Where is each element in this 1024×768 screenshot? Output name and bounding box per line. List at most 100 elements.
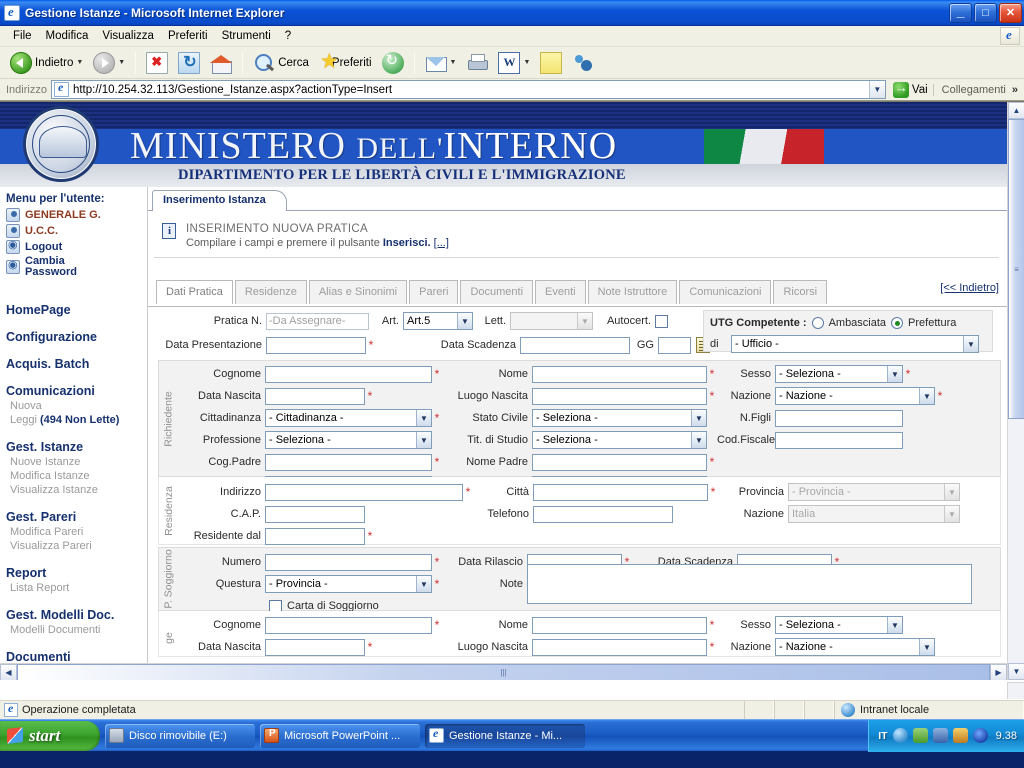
chevron-down-icon[interactable]: ▼ xyxy=(118,59,125,66)
select-questura[interactable]: - Provincia - ▼ xyxy=(265,575,432,593)
input-data-scadenza[interactable] xyxy=(520,336,630,354)
tab-eventi[interactable]: Eventi xyxy=(535,280,586,304)
input-luogo-nascita[interactable] xyxy=(532,387,707,405)
menu-strumenti[interactable]: Strumenti xyxy=(215,28,278,44)
sidebar-item-nuove-istanze[interactable]: Nuove Istanze xyxy=(6,455,147,469)
select-stato-civile[interactable]: - Seleziona - ▼ xyxy=(532,409,707,427)
links-chevron-icon[interactable]: » xyxy=(1012,84,1018,96)
minimize-button[interactable]: _ xyxy=(949,2,972,23)
sidebar-item-modifica-pareri[interactable]: Modifica Pareri xyxy=(6,525,147,539)
select-professione[interactable]: - Seleziona - ▼ xyxy=(265,431,432,449)
tab-documenti[interactable]: Documenti xyxy=(460,280,534,304)
vertical-scroll-thumb[interactable]: ≡ xyxy=(1008,119,1024,419)
input-citta[interactable] xyxy=(533,483,708,501)
scroll-up-button[interactable]: ▲ xyxy=(1008,102,1024,119)
input-data-presentazione[interactable] xyxy=(266,336,366,354)
tab-ricorsi[interactable]: Ricorsi xyxy=(773,280,828,304)
tab-note-istruttore[interactable]: Note Istruttore xyxy=(587,280,678,304)
input-data-nascita[interactable] xyxy=(265,387,365,405)
input-gg[interactable] xyxy=(658,336,691,354)
textarea-note[interactable] xyxy=(527,564,972,604)
language-indicator[interactable]: IT xyxy=(878,730,887,742)
menu-visualizza[interactable]: Visualizza xyxy=(95,28,161,44)
tab-residenze[interactable]: Residenze xyxy=(234,280,307,304)
sidebar-item-modelli-documenti[interactable]: Modelli Documenti xyxy=(6,623,147,637)
input-nome-padre[interactable] xyxy=(532,453,707,471)
back-link[interactable]: [<< Indietro] xyxy=(940,282,999,294)
menu-modifica[interactable]: Modifica xyxy=(39,28,96,44)
chevron-down-icon[interactable]: ▼ xyxy=(523,59,530,66)
address-dropdown-icon[interactable]: ▼ xyxy=(868,81,885,98)
select-art[interactable]: Art.5 ▼ xyxy=(403,312,473,330)
tab-alias-e-sinonimi[interactable]: Alias e Sinonimi xyxy=(308,280,408,304)
select-cittadinanza[interactable]: - Cittadinanza - ▼ xyxy=(265,409,432,427)
taskbar-item-disco-rimovibile[interactable]: Disco rimovibile (E:) xyxy=(105,723,255,748)
tray-network-icon[interactable] xyxy=(912,728,928,743)
input-c-data-nascita[interactable] xyxy=(265,638,365,656)
taskbar-item-gestione-istanze[interactable]: Gestione Istanze - Mi... xyxy=(425,723,585,748)
menu-file[interactable]: File xyxy=(6,28,39,44)
chevron-down-icon[interactable]: ▼ xyxy=(450,59,457,66)
go-button[interactable]: Vai xyxy=(888,80,933,99)
input-c-luogo-nascita[interactable] xyxy=(532,638,707,656)
back-button[interactable]: Indietro ▼ xyxy=(6,50,87,76)
tray-show-hidden-icon[interactable] xyxy=(892,728,908,743)
forward-button[interactable]: ▼ xyxy=(89,50,129,76)
select-c-sesso[interactable]: - Seleziona - ▼ xyxy=(775,616,903,634)
select-ufficio[interactable]: - Ufficio - ▼ xyxy=(731,335,979,353)
tray-printer-icon[interactable] xyxy=(952,728,968,743)
chevron-down-icon[interactable]: ▼ xyxy=(76,59,83,66)
print-button[interactable] xyxy=(462,50,492,76)
horizontal-scrollbar[interactable]: ◀ ||| ▶ xyxy=(0,663,1007,680)
maximize-button[interactable]: □ xyxy=(974,2,997,23)
stop-button[interactable] xyxy=(142,50,172,76)
checkbox-autocert[interactable] xyxy=(655,314,668,328)
start-button[interactable]: start xyxy=(0,720,100,751)
input-numero[interactable] xyxy=(265,553,432,571)
tray-connection-icon[interactable] xyxy=(932,728,948,743)
input-nfigli[interactable] xyxy=(775,409,903,427)
scroll-down-button[interactable]: ▼ xyxy=(1008,663,1024,680)
messenger-button[interactable] xyxy=(568,50,598,76)
address-input[interactable]: http://10.254.32.113/Gestione_Istanze.as… xyxy=(50,80,886,99)
scroll-right-button[interactable]: ▶ xyxy=(990,664,1007,680)
tab-pareri[interactable]: Pareri xyxy=(409,280,459,304)
input-telefono[interactable] xyxy=(533,505,673,523)
tab-dati-pratica[interactable]: Dati Pratica xyxy=(156,280,233,304)
input-residente-dal[interactable] xyxy=(265,527,365,545)
clock[interactable]: 9.38 xyxy=(996,730,1017,742)
close-button[interactable]: ✕ xyxy=(999,2,1022,23)
history-button[interactable] xyxy=(378,50,408,76)
select-tit-studio[interactable]: - Seleziona - ▼ xyxy=(532,431,707,449)
input-indirizzo[interactable] xyxy=(265,483,463,501)
links-bar[interactable]: Collegamenti » xyxy=(932,83,1024,96)
page-tab-inserimento-istanza[interactable]: Inserimento Istanza xyxy=(152,190,287,211)
sidebar-item-change-password[interactable]: Cambia Password xyxy=(6,256,147,278)
sidebar-item-visualizza-istanze[interactable]: Visualizza Istanze xyxy=(6,483,147,497)
sidebar-item-nuova[interactable]: Nuova xyxy=(6,399,147,413)
info-more-link[interactable]: [...] xyxy=(434,237,449,249)
menu-help[interactable]: ? xyxy=(278,28,298,44)
input-cod-fiscale[interactable] xyxy=(775,431,903,449)
input-cap[interactable] xyxy=(265,505,365,523)
sidebar-item-homepage[interactable]: HomePage xyxy=(6,303,147,317)
edit-word-button[interactable]: ▼ xyxy=(494,50,534,76)
sidebar-item-modifica-istanze[interactable]: Modifica Istanze xyxy=(6,469,147,483)
notes-button[interactable] xyxy=(536,50,566,76)
select-c-nazione[interactable]: - Nazione - ▼ xyxy=(775,638,935,656)
input-cog-padre[interactable] xyxy=(265,453,432,471)
select-sesso[interactable]: - Seleziona - ▼ xyxy=(775,365,903,383)
input-cognome[interactable] xyxy=(265,365,432,383)
refresh-button[interactable] xyxy=(174,50,204,76)
horizontal-scroll-thumb[interactable]: ||| xyxy=(17,664,990,680)
sidebar-item-visualizza-pareri[interactable]: Visualizza Pareri xyxy=(6,539,147,553)
input-nome[interactable] xyxy=(532,365,707,383)
tray-volume-icon[interactable] xyxy=(972,728,988,743)
input-c-nome[interactable] xyxy=(532,616,707,634)
sidebar-item-configurazione[interactable]: Configurazione xyxy=(6,330,147,344)
sidebar-item-leggi[interactable]: Leggi (494 Non Lette) xyxy=(6,413,147,427)
vertical-scrollbar[interactable]: ▲ ≡ ▼ xyxy=(1007,102,1024,680)
favorites-button[interactable]: Preferiti xyxy=(315,49,376,76)
scroll-left-button[interactable]: ◀ xyxy=(0,664,17,680)
taskbar-item-powerpoint[interactable]: Microsoft PowerPoint ... xyxy=(260,723,420,748)
